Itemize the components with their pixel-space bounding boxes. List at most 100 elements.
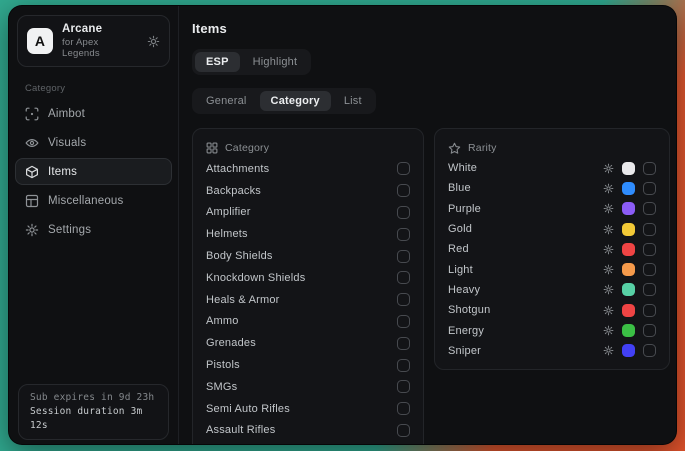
star-icon: [448, 142, 461, 155]
category-label: Backpacks: [206, 185, 261, 197]
category-row: Grenades: [206, 332, 410, 354]
category-row: Ammo: [206, 311, 410, 333]
rarity-checkbox[interactable]: [643, 182, 656, 195]
category-label: Body Shields: [206, 250, 273, 262]
rarity-panel: Rarity White Blue: [434, 128, 670, 370]
rarity-checkbox[interactable]: [643, 243, 656, 256]
category-row: LMGs: [206, 441, 410, 445]
brand-card: A Arcane for Apex Legends: [17, 15, 170, 67]
category-checkbox[interactable]: [397, 206, 410, 219]
eye-icon: [25, 136, 39, 150]
color-swatch[interactable]: [622, 162, 635, 175]
category-checkbox[interactable]: [397, 162, 410, 175]
gear-icon[interactable]: [603, 224, 614, 235]
category-checkbox[interactable]: [397, 424, 410, 437]
category-checkbox[interactable]: [397, 184, 410, 197]
tab-category[interactable]: Category: [260, 91, 331, 111]
sidebar-item-label: Items: [48, 166, 77, 178]
crosshair-icon: [25, 107, 39, 121]
rarity-label: Gold: [448, 223, 472, 235]
color-swatch[interactable]: [622, 202, 635, 215]
rarity-label: Sniper: [448, 345, 481, 357]
color-swatch[interactable]: [622, 283, 635, 296]
rarity-checkbox[interactable]: [643, 324, 656, 337]
category-checkbox[interactable]: [397, 250, 410, 263]
rarity-checkbox[interactable]: [643, 263, 656, 276]
rarity-label: Blue: [448, 182, 471, 194]
sub-expiry-text: Sub expires in 9d 23h: [30, 391, 157, 405]
category-checkbox[interactable]: [397, 402, 410, 415]
category-row: Pistols: [206, 354, 410, 376]
category-panel: Category Attachments Backpacks Amplifier…: [192, 128, 424, 445]
category-label: Helmets: [206, 228, 248, 240]
rarity-checkbox[interactable]: [643, 344, 656, 357]
sidebar-item-aimbot[interactable]: Aimbot: [15, 100, 172, 127]
rarity-row: White: [448, 158, 656, 178]
rarity-checkbox[interactable]: [643, 223, 656, 236]
rarity-row: Light: [448, 259, 656, 279]
tab-highlight[interactable]: Highlight: [242, 52, 309, 72]
category-label: Ammo: [206, 315, 239, 327]
sidebar-item-settings[interactable]: Settings: [15, 216, 172, 243]
category-label: Semi Auto Rifles: [206, 403, 290, 415]
rarity-checkbox[interactable]: [643, 283, 656, 296]
category-checkbox[interactable]: [397, 271, 410, 284]
color-swatch[interactable]: [622, 304, 635, 317]
rarity-label: Red: [448, 243, 469, 255]
rarity-row: Energy: [448, 320, 656, 340]
color-swatch[interactable]: [622, 263, 635, 276]
color-swatch[interactable]: [622, 324, 635, 337]
sidebar-section-label: Category: [25, 83, 178, 94]
category-checkbox[interactable]: [397, 228, 410, 241]
category-checkbox[interactable]: [397, 315, 410, 328]
category-checkbox[interactable]: [397, 380, 410, 393]
settings-gear-icon[interactable]: [147, 35, 160, 48]
category-row: Semi Auto Rifles: [206, 398, 410, 420]
color-swatch[interactable]: [622, 182, 635, 195]
tab-esp[interactable]: ESP: [195, 52, 240, 72]
category-panel-title: Category: [225, 142, 269, 154]
gear-icon[interactable]: [603, 345, 614, 356]
rarity-label: Purple: [448, 203, 481, 215]
rarity-checkbox[interactable]: [643, 202, 656, 215]
tab-general[interactable]: General: [195, 91, 258, 111]
category-checkbox[interactable]: [397, 337, 410, 350]
gear-icon[interactable]: [603, 305, 614, 316]
rarity-label: Light: [448, 264, 473, 276]
gear-icon[interactable]: [603, 264, 614, 275]
rarity-label: Heavy: [448, 284, 480, 296]
gear-icon[interactable]: [603, 244, 614, 255]
rarity-checkbox[interactable]: [643, 162, 656, 175]
gear-icon[interactable]: [603, 163, 614, 174]
sidebar-item-miscellaneous[interactable]: Miscellaneous: [15, 187, 172, 214]
gear-icon[interactable]: [603, 183, 614, 194]
rarity-row: Purple: [448, 199, 656, 219]
gear-icon[interactable]: [603, 203, 614, 214]
app-subtitle: for Apex Legends: [62, 37, 138, 59]
color-swatch[interactable]: [622, 243, 635, 256]
category-label: Grenades: [206, 337, 256, 349]
app-name: Arcane: [62, 23, 138, 35]
category-row: Heals & Armor: [206, 289, 410, 311]
gear-icon[interactable]: [603, 284, 614, 295]
category-grid-icon: [206, 142, 218, 154]
rarity-row: Shotgun: [448, 300, 656, 320]
category-label: Heals & Armor: [206, 294, 280, 306]
sidebar-item-items[interactable]: Items: [15, 158, 172, 185]
category-label: SMGs: [206, 381, 237, 393]
rarity-checkbox[interactable]: [643, 304, 656, 317]
category-label: Knockdown Shields: [206, 272, 305, 284]
color-swatch[interactable]: [622, 344, 635, 357]
sidebar-nav: Aimbot Visuals Items: [9, 100, 178, 243]
category-row: Body Shields: [206, 245, 410, 267]
tab-list[interactable]: List: [333, 91, 373, 111]
mode-tabs: ESP Highlight: [192, 49, 311, 75]
category-row: Knockdown Shields: [206, 267, 410, 289]
category-checkbox[interactable]: [397, 359, 410, 372]
gear-icon[interactable]: [603, 325, 614, 336]
category-checkbox[interactable]: [397, 293, 410, 306]
sidebar-item-visuals[interactable]: Visuals: [15, 129, 172, 156]
rarity-row: Blue: [448, 178, 656, 198]
color-swatch[interactable]: [622, 223, 635, 236]
category-label: Pistols: [206, 359, 240, 371]
